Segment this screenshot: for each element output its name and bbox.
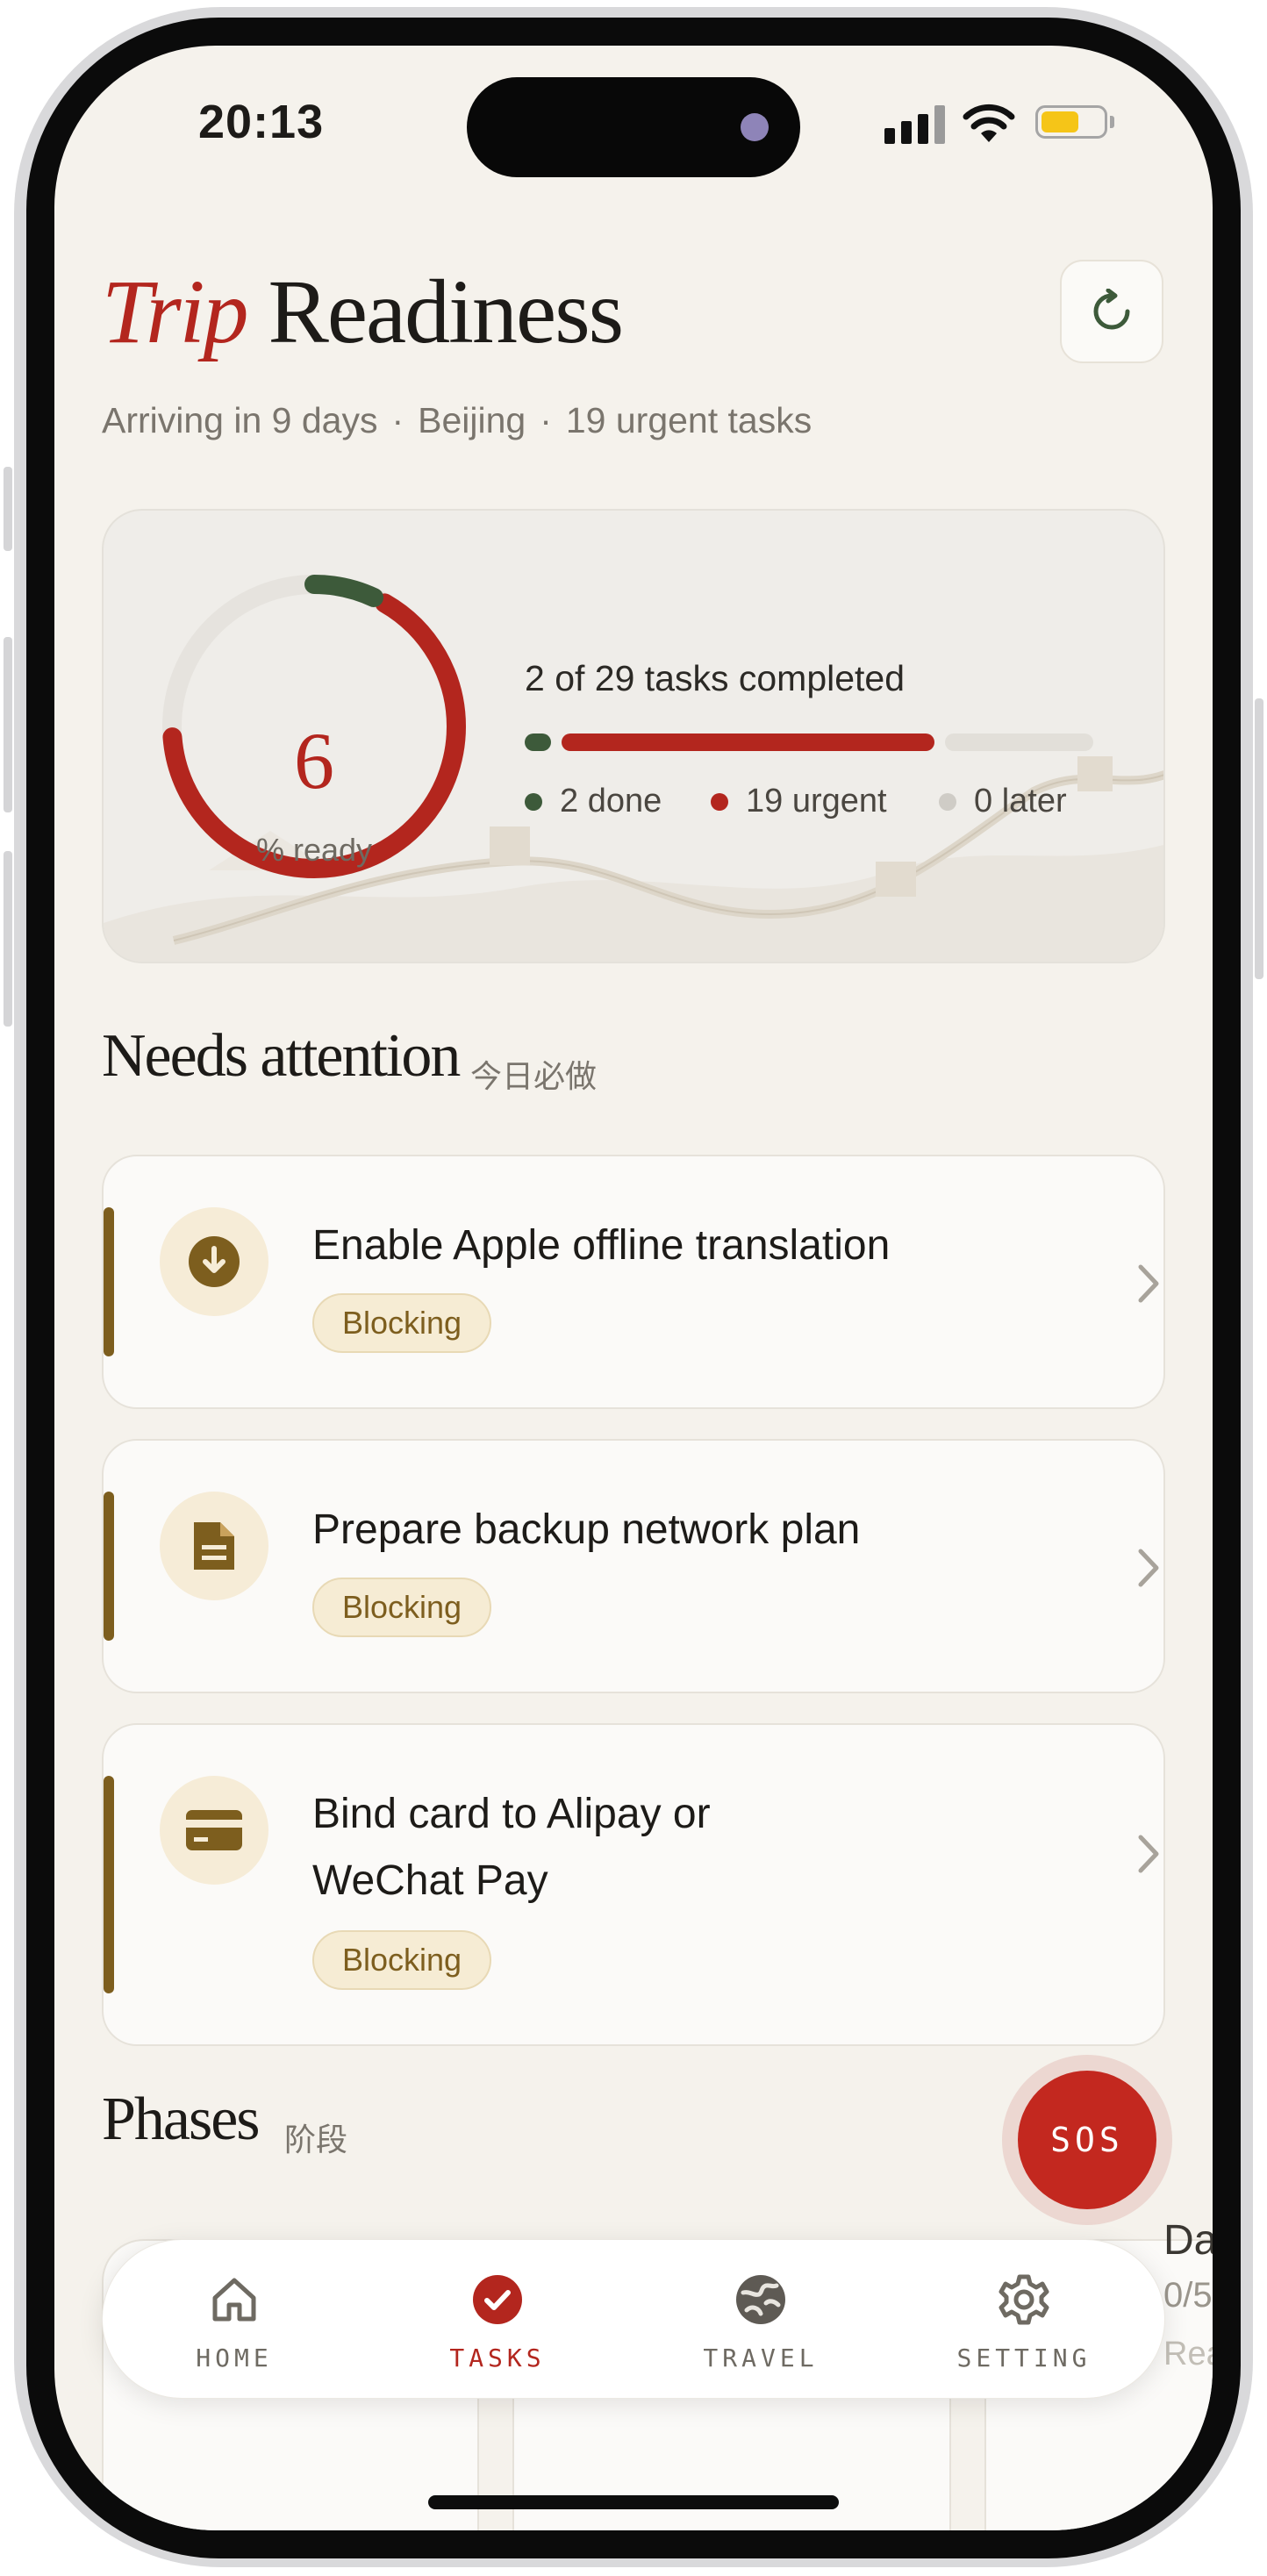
arrival-text: Arriving in 9 days xyxy=(102,400,378,440)
sos-button[interactable]: SOS xyxy=(1018,2071,1156,2209)
home-indicator[interactable] xyxy=(428,2495,839,2509)
legend-later-label: 0 later xyxy=(974,783,1067,819)
task-title: Prepare backup network plan xyxy=(312,1506,861,1553)
phases-heading: Phases xyxy=(102,2086,261,2153)
tab-home-label: HOME xyxy=(196,2343,273,2372)
readiness-percent: 6 xyxy=(294,716,334,805)
readiness-card[interactable]: 6 % ready 2 of 29 tasks completed 2 done… xyxy=(102,509,1165,963)
tab-setting-label: SETTING xyxy=(956,2343,1092,2372)
volume-down-button xyxy=(4,851,12,1027)
page-title: Trip Readiness xyxy=(102,267,624,358)
cellular-signal-icon xyxy=(884,105,946,144)
phase-peek-status: Rea xyxy=(1163,2336,1213,2372)
mute-switch xyxy=(4,467,12,551)
phase-peek-count: 0/5 xyxy=(1163,2276,1213,2315)
credit-card-icon xyxy=(186,1810,242,1850)
legend-dot-later xyxy=(939,792,956,811)
tab-bar: HOME TASKS TRAVEL SETTING xyxy=(102,2239,1165,2399)
tab-home[interactable]: HOME xyxy=(103,2240,366,2400)
needs-attention-heading: Needs attention xyxy=(102,1022,461,1090)
readiness-ring: 6 % ready xyxy=(156,569,472,884)
camera-dot xyxy=(741,113,769,141)
tab-tasks[interactable]: TASKS xyxy=(366,2240,629,2400)
wifi-icon xyxy=(963,104,1015,142)
task-title: Bind card to Alipay or WeChat Pay xyxy=(312,1791,711,1904)
tab-travel-label: TRAVEL xyxy=(703,2343,819,2372)
legend-done: 2 done xyxy=(525,783,662,820)
legend-urgent-label: 19 urgent xyxy=(746,783,887,819)
legend-done-label: 2 done xyxy=(560,783,662,819)
dynamic-island xyxy=(467,77,800,177)
task-icon-wrap xyxy=(160,1776,268,1885)
refresh-icon xyxy=(1093,289,1130,330)
tab-tasks-label: TASKS xyxy=(449,2343,546,2372)
legend-later: 0 later xyxy=(939,783,1067,820)
chevron-right-icon xyxy=(1138,1264,1159,1303)
globe-icon xyxy=(736,2275,785,2324)
task-card-offline-translation[interactable]: Enable Apple offline translation Blockin… xyxy=(102,1155,1165,1409)
task-priority-bar xyxy=(104,1776,114,1993)
legend-dot-urgent xyxy=(711,792,728,811)
legend-dot-done xyxy=(525,792,542,811)
check-circle-icon xyxy=(473,2275,522,2324)
progress-done-segment xyxy=(525,733,552,751)
trip-subtitle: Arriving in 9 days · Beijing · 19 urgent tas… xyxy=(102,400,812,441)
blocking-badge: Blocking xyxy=(312,1930,492,1990)
blocking-badge: Blocking xyxy=(312,1578,492,1637)
phases-subheading: 阶段 xyxy=(284,2122,348,2158)
progress-later-segment xyxy=(944,733,1093,751)
task-icon-wrap xyxy=(160,1492,268,1600)
page-title-main: Readiness xyxy=(268,261,624,362)
chevron-right-icon xyxy=(1138,1549,1159,1587)
app-screen: 20:13 Trip Readiness Arriving in 9 days ·… xyxy=(54,46,1213,2530)
home-icon xyxy=(212,2278,256,2322)
task-card-backup-network[interactable]: Prepare backup network plan Blocking xyxy=(102,1439,1165,1693)
task-card-bind-card[interactable]: Bind card to Alipay or WeChat Pay Blocki… xyxy=(102,1723,1165,2046)
tasks-summary: 2 of 29 tasks completed xyxy=(525,658,906,698)
status-time: 20:13 xyxy=(198,96,325,148)
gear-icon xyxy=(999,2274,1049,2325)
task-priority-bar xyxy=(104,1207,114,1356)
task-icon-wrap xyxy=(160,1207,268,1316)
document-icon xyxy=(194,1522,234,1570)
battery-nub xyxy=(1110,116,1114,128)
tab-travel[interactable]: TRAVEL xyxy=(629,2240,892,2400)
task-priority-bar xyxy=(104,1492,114,1641)
urgent-count-text: 19 urgent tasks xyxy=(565,400,812,440)
volume-up-button xyxy=(4,637,12,812)
download-circle-icon xyxy=(189,1236,240,1287)
city-text: Beijing xyxy=(418,400,526,440)
readiness-percent-label: % ready xyxy=(255,832,373,868)
page-title-accent: Trip xyxy=(102,261,248,362)
battery-icon xyxy=(1035,105,1107,139)
needs-attention-subheading: 今日必做 xyxy=(470,1059,598,1095)
separator: · xyxy=(540,400,552,440)
tab-setting[interactable]: SETTING xyxy=(892,2240,1156,2400)
power-button xyxy=(1255,698,1263,979)
blocking-badge: Blocking xyxy=(312,1293,492,1353)
task-title: Enable Apple offline translation xyxy=(312,1222,891,1269)
progress-urgent-segment xyxy=(562,733,934,751)
phase-peek-title: Da xyxy=(1163,2217,1213,2264)
legend-urgent: 19 urgent xyxy=(711,783,887,820)
separator: · xyxy=(391,400,404,440)
refresh-button[interactable] xyxy=(1060,260,1163,363)
battery-level xyxy=(1042,111,1078,132)
chevron-right-icon xyxy=(1138,1835,1159,1873)
